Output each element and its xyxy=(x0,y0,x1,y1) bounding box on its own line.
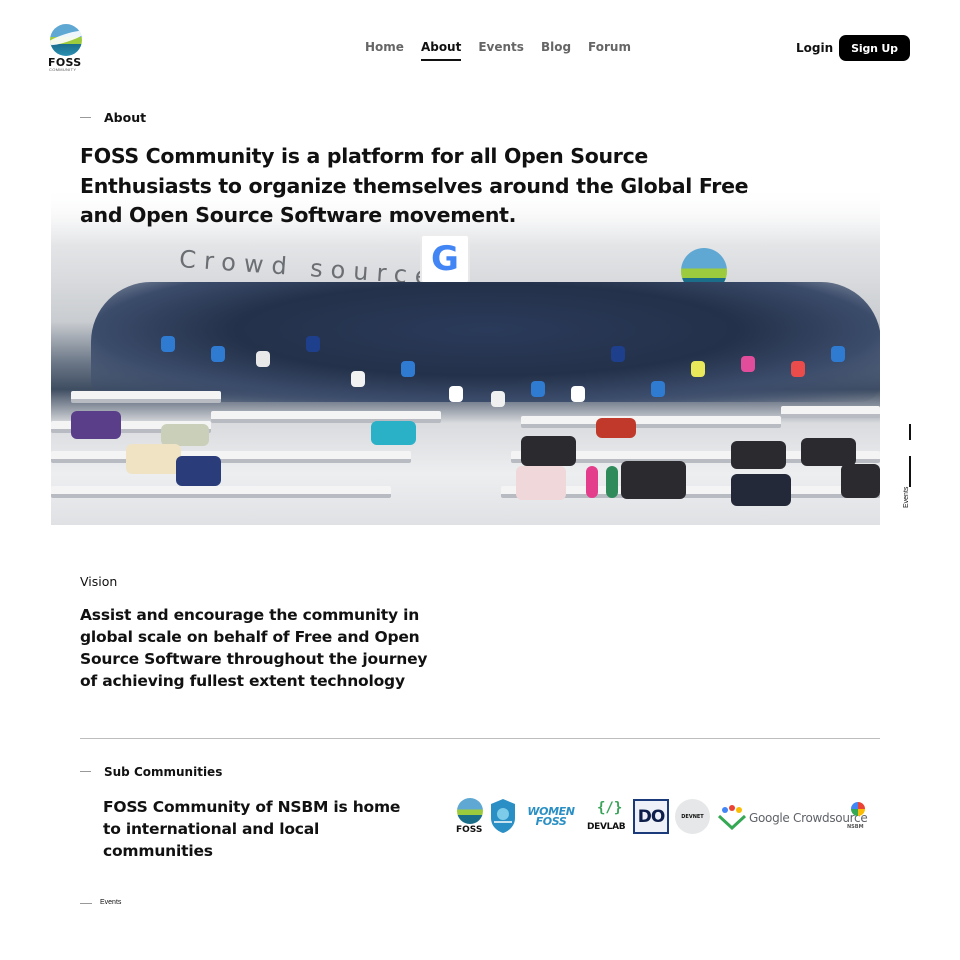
person xyxy=(351,371,365,387)
about-dash xyxy=(80,117,91,118)
person xyxy=(256,351,270,367)
subcommunities-dash xyxy=(80,771,91,772)
person xyxy=(741,356,755,372)
desk xyxy=(71,391,221,403)
bottle xyxy=(586,466,598,498)
nav-forum[interactable]: Forum xyxy=(588,40,631,54)
person xyxy=(571,386,585,402)
shield-logo[interactable] xyxy=(490,798,516,834)
crowd xyxy=(91,282,880,402)
logo-subtext: COMMUNITY xyxy=(49,67,77,72)
bag xyxy=(801,438,856,466)
person xyxy=(491,391,505,407)
devlab-logo[interactable]: {/} DEVLAB xyxy=(585,800,627,834)
bag xyxy=(521,436,576,466)
google-crowdsource-logo[interactable]: Google Crowdsource NSBM xyxy=(717,802,877,834)
person xyxy=(831,346,845,362)
hero-group-photo: Crowd source G xyxy=(51,186,880,525)
bag xyxy=(731,441,786,469)
nav-about[interactable]: About xyxy=(420,40,462,61)
subcommunities-text: FOSS Community of NSBM is home to intern… xyxy=(103,798,401,860)
person xyxy=(306,336,320,352)
devlab-label: DEVLAB xyxy=(587,822,626,832)
bag xyxy=(516,466,566,500)
events-section-label: Events xyxy=(100,899,122,906)
foss-logo[interactable]: FOSS COMMUNITY xyxy=(48,24,84,72)
globe-icon xyxy=(457,798,483,824)
main-nav: Home About Events Blog Forum xyxy=(365,40,648,61)
crowdsource-label: Google Crowdsource xyxy=(749,811,868,825)
foss-community-logo[interactable]: FOSS xyxy=(455,798,485,838)
person xyxy=(791,361,805,377)
events-dash xyxy=(80,903,92,904)
about-label: About xyxy=(104,110,147,125)
bag xyxy=(176,456,221,486)
desk xyxy=(781,406,880,418)
vision-label: Vision xyxy=(80,574,118,589)
crowdsource-people-icon xyxy=(717,805,747,830)
signup-button[interactable]: Sign Up xyxy=(839,35,910,61)
shield-icon xyxy=(491,799,515,833)
vision-text: Assist and encourage the community in gl… xyxy=(80,606,428,690)
pinwheel-icon xyxy=(851,802,865,816)
about-title: FOSS Community is a platform for all Ope… xyxy=(80,144,749,227)
women-foss-logo[interactable]: WOMEN FOSS xyxy=(523,802,579,832)
bag xyxy=(621,461,686,499)
nav-blog[interactable]: Blog xyxy=(541,40,571,54)
bag xyxy=(841,464,880,498)
do-label: DO xyxy=(637,806,666,827)
globe-icon xyxy=(50,24,82,56)
bag xyxy=(161,424,209,446)
desk xyxy=(51,451,411,463)
person xyxy=(651,381,665,397)
person xyxy=(449,386,463,402)
person xyxy=(531,381,545,397)
code-icon: {/} xyxy=(597,800,623,816)
bag xyxy=(71,411,121,439)
desk xyxy=(51,486,391,498)
bag xyxy=(371,421,416,445)
bag xyxy=(731,474,791,506)
foss-logo-label: FOSS xyxy=(456,825,483,835)
scroll-indicator-gap xyxy=(909,440,911,456)
do-logo[interactable]: DO xyxy=(633,799,669,834)
person xyxy=(161,336,175,352)
women-foss-label: WOMEN FOSS xyxy=(527,805,575,828)
person xyxy=(691,361,705,377)
login-link[interactable]: Login xyxy=(796,41,833,55)
bag xyxy=(596,418,636,438)
person xyxy=(611,346,625,362)
side-events-label: Events xyxy=(903,486,910,508)
person xyxy=(401,361,415,377)
crowdsource-sublabel: NSBM xyxy=(847,824,864,830)
desk xyxy=(521,416,781,428)
nav-home[interactable]: Home xyxy=(365,40,404,54)
devnet-label: DEVNET xyxy=(681,813,704,820)
person xyxy=(211,346,225,362)
bag xyxy=(126,444,181,474)
subcommunities-label: Sub Communities xyxy=(104,765,223,779)
devnet-logo[interactable]: DEVNET xyxy=(675,799,710,834)
nav-events[interactable]: Events xyxy=(478,40,524,54)
section-divider xyxy=(80,738,880,739)
bottle xyxy=(606,466,618,498)
